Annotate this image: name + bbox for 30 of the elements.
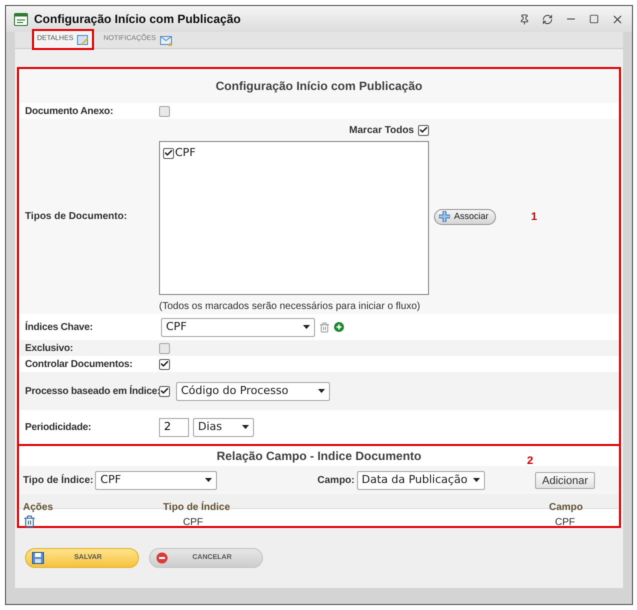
field-label: Campo: <box>317 474 355 488</box>
field-label: Controlar Documentos: <box>25 358 132 370</box>
index-type-select[interactable]: CPF <box>95 470 218 490</box>
add-button[interactable]: Adicionar <box>535 472 595 488</box>
annotation-number: 1 <box>531 210 538 225</box>
section-title: Configuração Início com Publicação <box>216 78 422 95</box>
column-header: Campo <box>549 502 583 513</box>
process-index-select[interactable]: Código do Processo <box>176 382 330 400</box>
period-unit-select[interactable]: Dias <box>193 418 254 436</box>
field-label: Periodicidade: <box>25 422 92 432</box>
table-cell: CPF <box>555 517 575 528</box>
field-label: Processo baseado em Índice: <box>25 386 160 396</box>
section-title: Relação Campo - Indice Documento <box>216 448 422 465</box>
field-label: Documento Anexo: <box>25 106 114 116</box>
field-select[interactable]: Data da Publicação <box>356 470 485 490</box>
period-input[interactable]: 2 <box>159 418 189 436</box>
column-header: Tipo de Índice <box>163 502 230 513</box>
index-key-select[interactable]: CPF <box>161 318 315 336</box>
annotation-number: 2 <box>527 454 534 469</box>
field-label: Tipos de Documento: <box>25 210 128 224</box>
associate-button[interactable]: Associar <box>434 208 496 224</box>
field-label: Índices Chave: <box>25 322 93 332</box>
field-label: Marcar Todos <box>349 124 414 138</box>
hint-text: (Todos os marcados serão necessários para iniciar o fluxo) <box>159 300 422 314</box>
field-label: Exclusivo: <box>25 342 74 354</box>
column-header: Ações <box>23 502 54 513</box>
field-label: Tipo de Índice: <box>23 473 94 488</box>
table-cell: CPF <box>183 517 203 528</box>
window-title: Configuração Início com Publicação <box>34 11 241 28</box>
document-type-label: CPF <box>175 145 196 161</box>
